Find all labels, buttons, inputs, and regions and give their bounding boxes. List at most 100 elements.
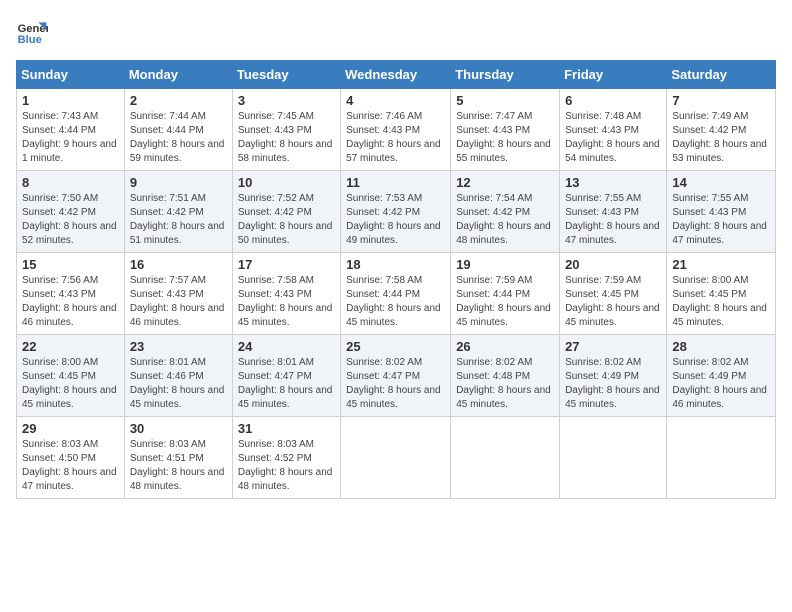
calendar-cell: 28 Sunrise: 8:02 AMSunset: 4:49 PMDayligh… (667, 335, 776, 417)
calendar-cell: 30 Sunrise: 8:03 AMSunset: 4:51 PMDayligh… (124, 417, 232, 499)
calendar-cell: 7 Sunrise: 7:49 AMSunset: 4:42 PMDaylight… (667, 89, 776, 171)
day-number: 11 (346, 175, 445, 190)
day-number: 20 (565, 257, 661, 272)
day-detail: Sunrise: 7:46 AMSunset: 4:43 PMDaylight:… (346, 110, 445, 166)
day-number: 15 (22, 257, 119, 272)
logo-icon: General Blue (16, 16, 48, 48)
day-number: 31 (238, 421, 335, 436)
day-detail: Sunrise: 7:44 AMSunset: 4:44 PMDaylight:… (130, 110, 227, 166)
day-detail: Sunrise: 7:56 AMSunset: 4:43 PMDaylight:… (22, 274, 119, 330)
day-detail: Sunrise: 7:43 AMSunset: 4:44 PMDaylight:… (22, 110, 119, 166)
day-of-week-header: Saturday (667, 61, 776, 89)
calendar-cell: 5Sunrise: 7:47 AMSunset: 4:43 PMDaylight… (451, 89, 560, 171)
calendar-cell: 14 Sunrise: 7:55 AMSunset: 4:43 PMDayligh… (667, 171, 776, 253)
day-detail: Sunrise: 7:45 AMSunset: 4:43 PMDaylight:… (238, 110, 335, 166)
day-of-week-header: Sunday (17, 61, 125, 89)
calendar-cell: 19 Sunrise: 7:59 AMSunset: 4:44 PMDayligh… (451, 253, 560, 335)
calendar-table: SundayMondayTuesdayWednesdayThursdayFrid… (16, 60, 776, 499)
calendar-week-row: 29 Sunrise: 8:03 AMSunset: 4:50 PMDayligh… (17, 417, 776, 499)
day-number: 16 (130, 257, 227, 272)
logo: General Blue (16, 16, 48, 48)
day-of-week-header: Monday (124, 61, 232, 89)
calendar-cell: 13 Sunrise: 7:55 AMSunset: 4:43 PMDayligh… (560, 171, 667, 253)
day-detail: Sunrise: 7:49 AMSunset: 4:42 PMDaylight:… (672, 110, 770, 166)
day-detail: Sunrise: 8:03 AMSunset: 4:51 PMDaylight:… (130, 438, 227, 494)
calendar-week-row: 15 Sunrise: 7:56 AMSunset: 4:43 PMDayligh… (17, 253, 776, 335)
day-number: 30 (130, 421, 227, 436)
svg-text:Blue: Blue (18, 34, 42, 46)
calendar-cell: 25Sunrise: 8:02 AMSunset: 4:47 PMDayligh… (341, 335, 451, 417)
calendar-cell: 18Sunrise: 7:58 AMSunset: 4:44 PMDayligh… (341, 253, 451, 335)
calendar-cell: 26 Sunrise: 8:02 AMSunset: 4:48 PMDayligh… (451, 335, 560, 417)
day-detail: Sunrise: 7:58 AMSunset: 4:43 PMDaylight:… (238, 274, 335, 330)
day-detail: Sunrise: 8:03 AMSunset: 4:50 PMDaylight:… (22, 438, 119, 494)
day-number: 29 (22, 421, 119, 436)
day-number: 12 (456, 175, 554, 190)
day-detail: Sunrise: 7:47 AMSunset: 4:43 PMDaylight:… (456, 110, 554, 166)
calendar-cell (341, 417, 451, 499)
calendar-cell: 16Sunrise: 7:57 AMSunset: 4:43 PMDayligh… (124, 253, 232, 335)
day-detail: Sunrise: 8:02 AMSunset: 4:49 PMDaylight:… (672, 356, 770, 412)
day-of-week-header: Tuesday (232, 61, 340, 89)
day-detail: Sunrise: 7:55 AMSunset: 4:43 PMDaylight:… (565, 192, 661, 248)
day-detail: Sunrise: 7:48 AMSunset: 4:43 PMDaylight:… (565, 110, 661, 166)
day-number: 23 (130, 339, 227, 354)
calendar-cell: 29 Sunrise: 8:03 AMSunset: 4:50 PMDayligh… (17, 417, 125, 499)
calendar-cell (451, 417, 560, 499)
calendar-cell: 23 Sunrise: 8:01 AMSunset: 4:46 PMDayligh… (124, 335, 232, 417)
calendar-cell: 17Sunrise: 7:58 AMSunset: 4:43 PMDayligh… (232, 253, 340, 335)
header: General Blue (16, 16, 776, 48)
calendar-cell: 24Sunrise: 8:01 AMSunset: 4:47 PMDayligh… (232, 335, 340, 417)
calendar-cell: 8 Sunrise: 7:50 AMSunset: 4:42 PMDaylight… (17, 171, 125, 253)
day-detail: Sunrise: 8:00 AMSunset: 4:45 PMDaylight:… (22, 356, 119, 412)
day-detail: Sunrise: 8:00 AMSunset: 4:45 PMDaylight:… (672, 274, 770, 330)
day-detail: Sunrise: 8:02 AMSunset: 4:49 PMDaylight:… (565, 356, 661, 412)
calendar-cell: 4Sunrise: 7:46 AMSunset: 4:43 PMDaylight… (341, 89, 451, 171)
day-number: 2 (130, 93, 227, 108)
calendar-cell: 27 Sunrise: 8:02 AMSunset: 4:49 PMDayligh… (560, 335, 667, 417)
day-detail: Sunrise: 8:02 AMSunset: 4:48 PMDaylight:… (456, 356, 554, 412)
day-detail: Sunrise: 8:01 AMSunset: 4:46 PMDaylight:… (130, 356, 227, 412)
day-detail: Sunrise: 8:01 AMSunset: 4:47 PMDaylight:… (238, 356, 335, 412)
day-number: 19 (456, 257, 554, 272)
calendar-week-row: 8 Sunrise: 7:50 AMSunset: 4:42 PMDaylight… (17, 171, 776, 253)
day-number: 13 (565, 175, 661, 190)
day-number: 8 (22, 175, 119, 190)
day-number: 14 (672, 175, 770, 190)
calendar-cell: 10Sunrise: 7:52 AMSunset: 4:42 PMDayligh… (232, 171, 340, 253)
calendar-header-row: SundayMondayTuesdayWednesdayThursdayFrid… (17, 61, 776, 89)
day-number: 28 (672, 339, 770, 354)
day-number: 9 (130, 175, 227, 190)
day-detail: Sunrise: 8:02 AMSunset: 4:47 PMDaylight:… (346, 356, 445, 412)
day-number: 3 (238, 93, 335, 108)
calendar-cell: 6 Sunrise: 7:48 AMSunset: 4:43 PMDaylight… (560, 89, 667, 171)
day-of-week-header: Wednesday (341, 61, 451, 89)
day-number: 1 (22, 93, 119, 108)
calendar-cell: 31Sunrise: 8:03 AMSunset: 4:52 PMDayligh… (232, 417, 340, 499)
day-number: 6 (565, 93, 661, 108)
day-number: 21 (672, 257, 770, 272)
calendar-cell: 11 Sunrise: 7:53 AMSunset: 4:42 PMDayligh… (341, 171, 451, 253)
day-detail: Sunrise: 7:53 AMSunset: 4:42 PMDaylight:… (346, 192, 445, 248)
calendar-cell: 12 Sunrise: 7:54 AMSunset: 4:42 PMDayligh… (451, 171, 560, 253)
day-number: 18 (346, 257, 445, 272)
day-number: 7 (672, 93, 770, 108)
day-detail: Sunrise: 7:50 AMSunset: 4:42 PMDaylight:… (22, 192, 119, 248)
day-detail: Sunrise: 7:59 AMSunset: 4:44 PMDaylight:… (456, 274, 554, 330)
calendar-cell: 21 Sunrise: 8:00 AMSunset: 4:45 PMDayligh… (667, 253, 776, 335)
calendar-cell: 1 Sunrise: 7:43 AMSunset: 4:44 PMDaylight… (17, 89, 125, 171)
day-number: 26 (456, 339, 554, 354)
calendar-cell: 9 Sunrise: 7:51 AMSunset: 4:42 PMDaylight… (124, 171, 232, 253)
calendar-cell (560, 417, 667, 499)
day-detail: Sunrise: 7:55 AMSunset: 4:43 PMDaylight:… (672, 192, 770, 248)
day-of-week-header: Thursday (451, 61, 560, 89)
calendar-cell: 15 Sunrise: 7:56 AMSunset: 4:43 PMDayligh… (17, 253, 125, 335)
day-number: 27 (565, 339, 661, 354)
day-detail: Sunrise: 7:52 AMSunset: 4:42 PMDaylight:… (238, 192, 335, 248)
calendar-week-row: 1 Sunrise: 7:43 AMSunset: 4:44 PMDaylight… (17, 89, 776, 171)
day-detail: Sunrise: 7:51 AMSunset: 4:42 PMDaylight:… (130, 192, 227, 248)
day-detail: Sunrise: 7:54 AMSunset: 4:42 PMDaylight:… (456, 192, 554, 248)
calendar-cell: 2 Sunrise: 7:44 AMSunset: 4:44 PMDaylight… (124, 89, 232, 171)
calendar-cell: 3 Sunrise: 7:45 AMSunset: 4:43 PMDaylight… (232, 89, 340, 171)
calendar-cell: 20Sunrise: 7:59 AMSunset: 4:45 PMDayligh… (560, 253, 667, 335)
